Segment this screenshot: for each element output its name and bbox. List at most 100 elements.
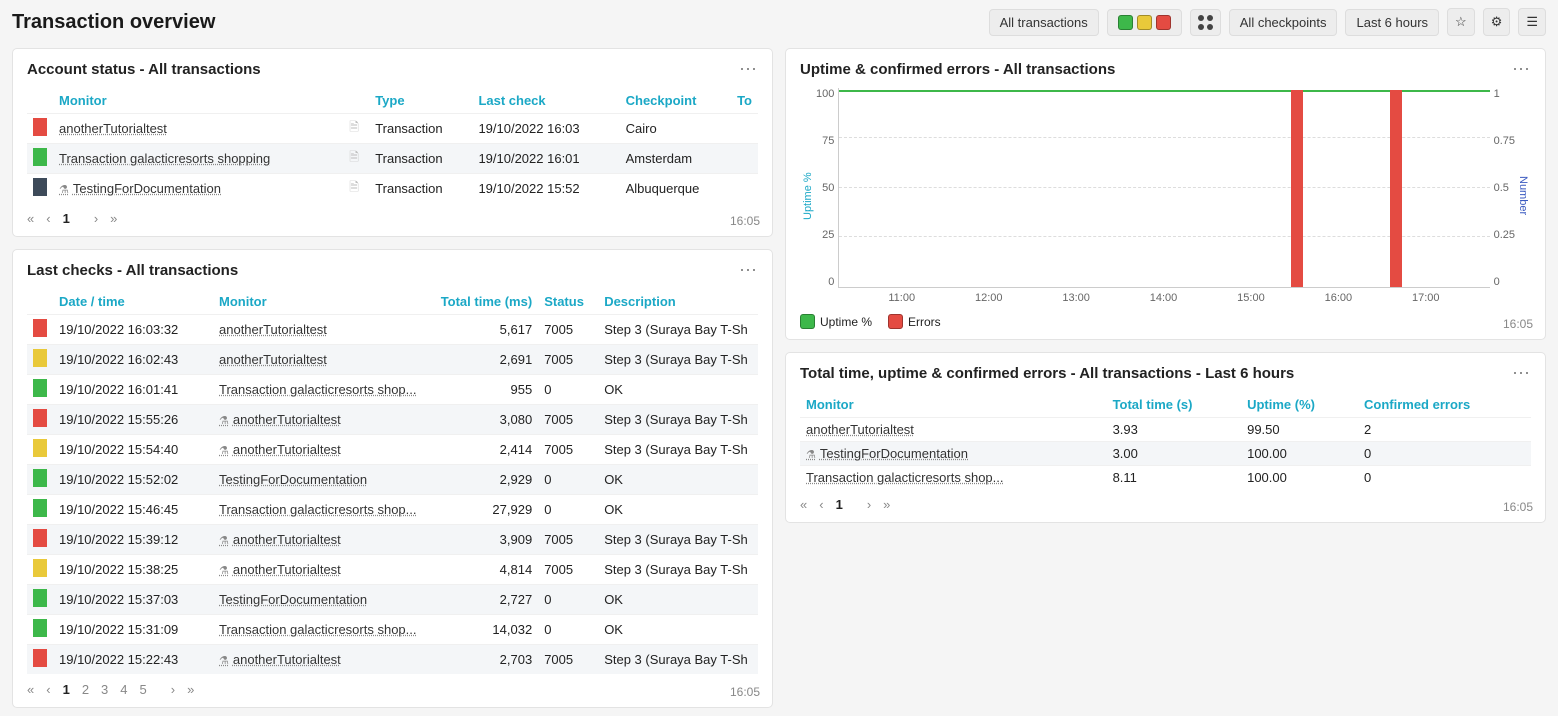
col-total[interactable]: To	[731, 88, 758, 114]
table-row[interactable]: 19/10/2022 15:37:03 TestingForDocumentat…	[27, 585, 758, 615]
time-range-button[interactable]: Last 6 hours	[1345, 9, 1439, 36]
col-uptime[interactable]: Uptime (%)	[1241, 392, 1358, 418]
page-number[interactable]: 2	[82, 682, 89, 697]
page-number[interactable]: 4	[120, 682, 127, 697]
page-next[interactable]: ›	[171, 682, 175, 697]
col-desc[interactable]: Description	[598, 289, 758, 315]
cell-type: Transaction	[369, 144, 472, 174]
table-row[interactable]: anotherTutorialtest 🗎 Transaction 19/10/…	[27, 114, 758, 144]
monitor-link[interactable]: TestingForDocumentation	[219, 472, 367, 487]
page-first[interactable]: «	[27, 682, 34, 697]
favorite-button[interactable]: ☆	[1447, 8, 1475, 36]
menu-button[interactable]: ☰	[1518, 8, 1546, 36]
filter-checkpoints-button[interactable]: All checkpoints	[1229, 9, 1338, 36]
table-row[interactable]: 19/10/2022 15:46:45 Transaction galactic…	[27, 495, 758, 525]
monitor-link[interactable]: anotherTutorialtest	[806, 422, 914, 437]
panel-menu-button[interactable]: ⋯	[1512, 59, 1531, 80]
page-number[interactable]: 1	[63, 211, 70, 226]
monitor-link[interactable]: ⚗anotherTutorialtest	[219, 532, 341, 547]
table-row[interactable]: 19/10/2022 15:38:25 ⚗anotherTutorialtest…	[27, 555, 758, 585]
monitor-link[interactable]: anotherTutorialtest	[219, 352, 327, 367]
col-checkpoint[interactable]: Checkpoint	[620, 88, 731, 114]
cell-totaltime: 3,080	[428, 405, 538, 435]
status-yellow-icon	[1137, 15, 1152, 30]
status-filter-button[interactable]	[1107, 9, 1182, 36]
cell-status: 0	[538, 615, 598, 645]
monitor-link[interactable]: Transaction galacticresorts shop...	[806, 470, 1004, 485]
monitor-link[interactable]: anotherTutorialtest	[219, 322, 327, 337]
col-monitor[interactable]: Monitor	[53, 88, 343, 114]
table-row[interactable]: Transaction galacticresorts shopping 🗎 T…	[27, 144, 758, 174]
settings-button[interactable]: ⚙	[1483, 8, 1511, 36]
monitor-link[interactable]: ⚗anotherTutorialtest	[219, 412, 341, 427]
col-errors[interactable]: Confirmed errors	[1358, 392, 1531, 418]
monitor-link[interactable]: Transaction galacticresorts shop...	[219, 502, 417, 517]
cell-status: 7005	[538, 315, 598, 345]
monitor-link[interactable]: ⚗TestingForDocumentation	[59, 181, 221, 196]
cell-totaltime: 5,617	[428, 315, 538, 345]
page-number[interactable]: 3	[101, 682, 108, 697]
table-row[interactable]: anotherTutorialtest 3.93 99.50 2	[800, 418, 1531, 442]
panel-menu-button[interactable]: ⋯	[1512, 363, 1531, 384]
document-icon[interactable]: 🗎	[349, 150, 359, 164]
page-last[interactable]: »	[110, 211, 117, 226]
cell-status: 7005	[538, 525, 598, 555]
page-last[interactable]: »	[187, 682, 194, 697]
table-row[interactable]: Transaction galacticresorts shop... 8.11…	[800, 466, 1531, 490]
page-next[interactable]: ›	[867, 497, 871, 512]
monitor-link[interactable]: Transaction galacticresorts shop...	[219, 622, 417, 637]
cell-type: Transaction	[369, 174, 472, 204]
col-status[interactable]: Status	[538, 289, 598, 315]
page-prev[interactable]: ‹	[46, 682, 50, 697]
panel-last-checks: Last checks - All transactions ⋯ Date / …	[12, 249, 773, 708]
page-first[interactable]: «	[27, 211, 34, 226]
table-row[interactable]: 19/10/2022 15:52:02 TestingForDocumentat…	[27, 465, 758, 495]
page-prev[interactable]: ‹	[46, 211, 50, 226]
page-number[interactable]: 1	[63, 682, 70, 697]
table-row[interactable]: 19/10/2022 15:31:09 Transaction galactic…	[27, 615, 758, 645]
cell-description: Step 3 (Suraya Bay T-Sh	[598, 435, 758, 465]
page-last[interactable]: »	[883, 497, 890, 512]
hamburger-icon: ☰	[1526, 14, 1538, 30]
table-row[interactable]: ⚗TestingForDocumentation 3.00 100.00 0	[800, 442, 1531, 466]
page-next[interactable]: ›	[94, 211, 98, 226]
document-icon[interactable]: 🗎	[349, 120, 359, 134]
table-row[interactable]: 19/10/2022 15:39:12 ⚗anotherTutorialtest…	[27, 525, 758, 555]
cell-totaltime: 2,414	[428, 435, 538, 465]
panel-menu-button[interactable]: ⋯	[739, 59, 758, 80]
cell-totaltime: 8.11	[1107, 466, 1242, 490]
monitor-link[interactable]: ⚗anotherTutorialtest	[219, 442, 341, 457]
col-monitor[interactable]: Monitor	[800, 392, 1107, 418]
xtick: 14:00	[1150, 292, 1178, 304]
col-type[interactable]: Type	[369, 88, 472, 114]
monitor-link[interactable]: anotherTutorialtest	[59, 121, 167, 136]
page-first[interactable]: «	[800, 497, 807, 512]
monitor-link[interactable]: Transaction galacticresorts shop...	[219, 382, 417, 397]
grid-view-button[interactable]	[1190, 9, 1221, 36]
table-row[interactable]: 19/10/2022 15:55:26 ⚗anotherTutorialtest…	[27, 405, 758, 435]
col-monitor[interactable]: Monitor	[213, 289, 428, 315]
table-row[interactable]: 19/10/2022 16:03:32 anotherTutorialtest …	[27, 315, 758, 345]
page-number[interactable]: 5	[140, 682, 147, 697]
table-row[interactable]: 19/10/2022 16:02:43 anotherTutorialtest …	[27, 345, 758, 375]
page-prev[interactable]: ‹	[819, 497, 823, 512]
monitor-link[interactable]: ⚗anotherTutorialtest	[219, 652, 341, 667]
table-row[interactable]: 19/10/2022 15:54:40 ⚗anotherTutorialtest…	[27, 435, 758, 465]
page-number[interactable]: 1	[836, 497, 843, 512]
table-row[interactable]: 19/10/2022 15:22:43 ⚗anotherTutorialtest…	[27, 645, 758, 675]
ytick: 1	[1494, 88, 1515, 100]
star-icon: ☆	[1455, 14, 1467, 30]
monitor-link[interactable]: ⚗TestingForDocumentation	[806, 446, 968, 461]
col-lastcheck[interactable]: Last check	[472, 88, 619, 114]
table-row[interactable]: 19/10/2022 16:01:41 Transaction galactic…	[27, 375, 758, 405]
col-datetime[interactable]: Date / time	[53, 289, 213, 315]
cell-errors: 2	[1358, 418, 1531, 442]
document-icon[interactable]: 🗎	[349, 180, 359, 194]
panel-menu-button[interactable]: ⋯	[739, 260, 758, 281]
monitor-link[interactable]: ⚗anotherTutorialtest	[219, 562, 341, 577]
monitor-link[interactable]: Transaction galacticresorts shopping	[59, 151, 270, 166]
col-totaltime[interactable]: Total time (s)	[1107, 392, 1242, 418]
col-totaltime[interactable]: Total time (ms)	[428, 289, 538, 315]
filter-transactions-button[interactable]: All transactions	[989, 9, 1099, 36]
table-row[interactable]: ⚗TestingForDocumentation 🗎 Transaction 1…	[27, 174, 758, 204]
